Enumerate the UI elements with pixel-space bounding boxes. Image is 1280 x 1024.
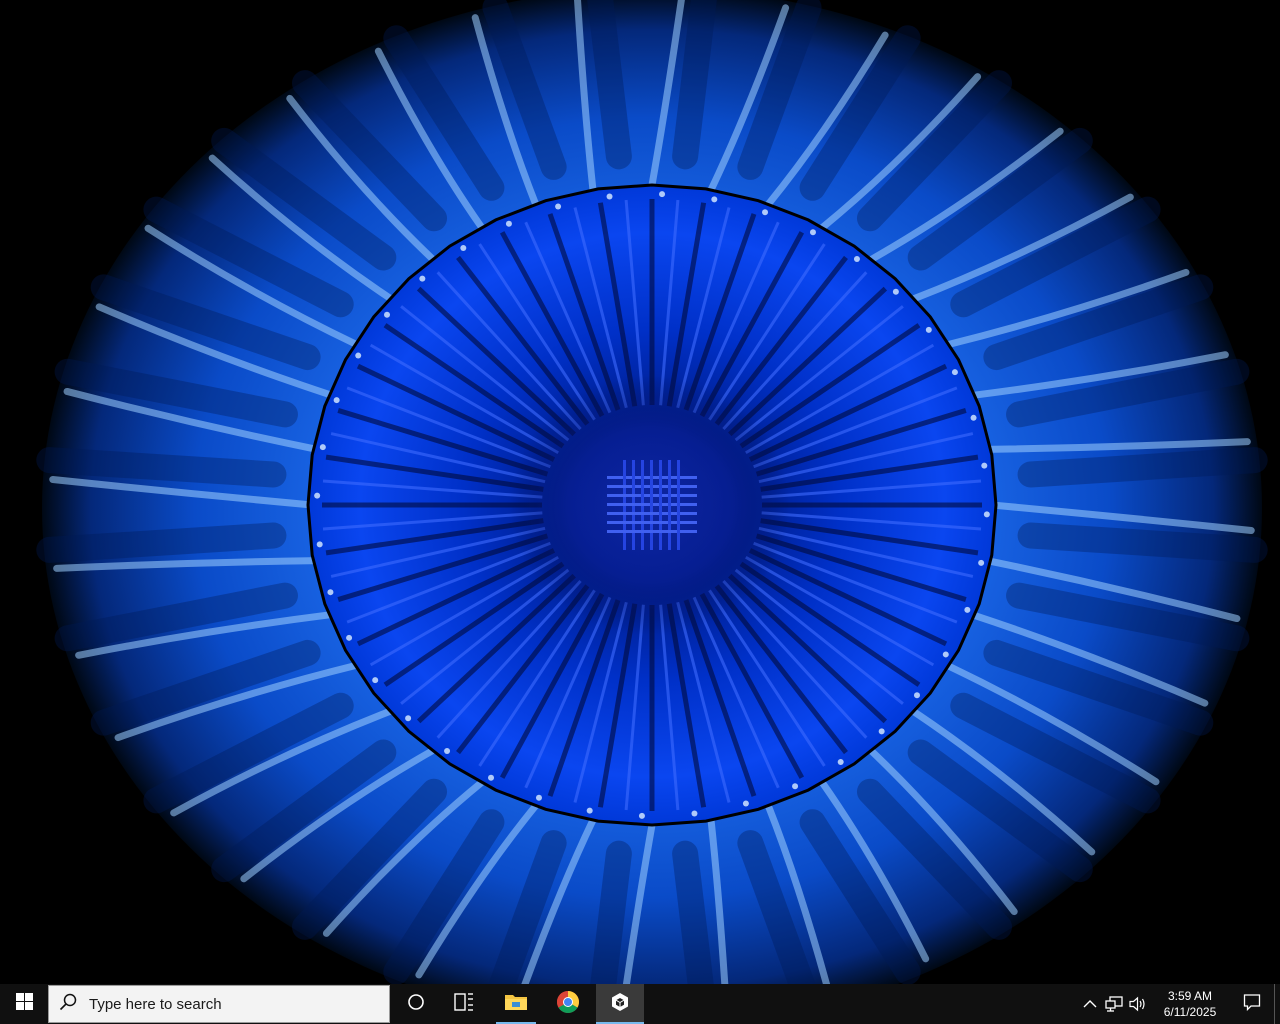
network-icon[interactable] xyxy=(1102,984,1126,1024)
clock-date: 6/11/2025 xyxy=(1163,1005,1217,1019)
chrome-button[interactable] xyxy=(544,984,592,1024)
clock[interactable]: 3:59 AM 6/11/2025 xyxy=(1150,984,1230,1024)
task-view-button[interactable] xyxy=(440,984,488,1024)
task-view-icon xyxy=(454,992,474,1016)
search-icon xyxy=(59,993,77,1016)
system-tray: 3:59 AM 6/11/2025 xyxy=(1078,984,1280,1024)
folder-icon xyxy=(504,992,528,1017)
desktop xyxy=(0,0,1280,984)
notification-button[interactable] xyxy=(1230,984,1274,1024)
taskbar: 3:59 AM 6/11/2025 xyxy=(0,984,1280,1024)
file-explorer-button[interactable] xyxy=(492,984,540,1024)
cube-icon xyxy=(609,991,631,1018)
cortana-button[interactable] xyxy=(392,984,440,1024)
search-input[interactable] xyxy=(87,994,371,1014)
inner-disk xyxy=(306,183,998,827)
unity-hub-button[interactable] xyxy=(596,984,644,1024)
clock-time: 3:59 AM xyxy=(1167,989,1213,1003)
windows-logo-icon xyxy=(15,993,33,1015)
circle-icon xyxy=(407,993,425,1016)
chevron-up-icon[interactable] xyxy=(1078,984,1102,1024)
show-desktop-button[interactable] xyxy=(1274,984,1280,1024)
start-button[interactable] xyxy=(0,984,48,1024)
notification-icon xyxy=(1243,993,1261,1016)
search-box[interactable] xyxy=(48,985,390,1023)
wallpaper xyxy=(36,0,1268,984)
volume-icon[interactable] xyxy=(1126,984,1150,1024)
chrome-icon xyxy=(556,990,580,1019)
